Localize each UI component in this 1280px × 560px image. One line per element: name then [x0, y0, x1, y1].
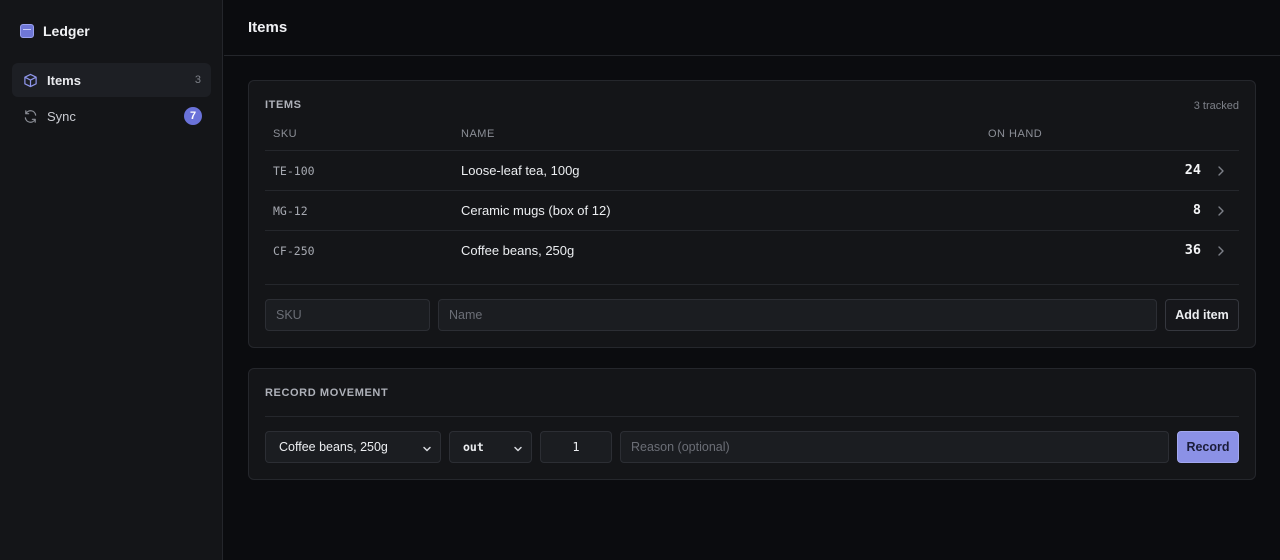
item-select[interactable]: Coffee beans, 250g	[265, 431, 441, 463]
record-movement-card: RECORD MOVEMENT Coffee beans, 250g out 1…	[248, 368, 1256, 480]
divider	[265, 284, 1239, 285]
column-header-name[interactable]: NAME	[461, 128, 495, 140]
sidebar-item-items[interactable]: Items 3	[12, 63, 211, 97]
sidebar-item-label: Sync	[47, 108, 76, 124]
record-button[interactable]: Record	[1177, 431, 1239, 463]
app-name: Ledger	[43, 23, 90, 39]
reason-input[interactable]	[620, 431, 1169, 463]
row-name: Coffee beans, 250g	[461, 243, 575, 258]
items-card-title: ITEMS	[265, 99, 302, 111]
cube-icon	[22, 72, 38, 88]
sku-input[interactable]	[265, 299, 430, 331]
quantity-value: 1	[572, 440, 580, 454]
row-name: Ceramic mugs (box of 12)	[461, 203, 611, 218]
sidebar-item-label: Items	[47, 72, 81, 88]
column-header-sku[interactable]: SKU	[273, 128, 297, 140]
table-row[interactable]: CF-250 Coffee beans, 250g 36	[265, 230, 1239, 270]
chevron-right-icon[interactable]	[1216, 244, 1226, 258]
ledger-logo-icon	[20, 24, 34, 38]
brand: Ledger	[20, 23, 90, 39]
top-bar: Items	[224, 0, 1280, 56]
items-card: ITEMS 3 tracked SKU NAME ON HAND TE-100 …	[248, 80, 1256, 348]
sidebar-item-sync[interactable]: Sync 7	[12, 99, 211, 133]
name-input[interactable]	[438, 299, 1157, 331]
direction-select-value: out	[463, 440, 484, 454]
sidebar: Ledger Items 3 Sync 7	[0, 0, 223, 560]
row-sku: MG-12	[273, 204, 308, 218]
row-name: Loose-leaf tea, 100g	[461, 163, 580, 178]
chevron-right-icon[interactable]	[1216, 204, 1226, 218]
chevron-down-icon	[513, 443, 523, 453]
column-header-on-hand[interactable]: ON HAND	[988, 128, 1042, 140]
row-sku: CF-250	[273, 244, 315, 258]
divider	[265, 416, 1239, 417]
row-qty: 36	[1184, 242, 1201, 258]
page-title: Items	[248, 19, 288, 36]
add-item-button[interactable]: Add item	[1165, 299, 1239, 331]
chevron-right-icon[interactable]	[1216, 164, 1226, 178]
items-count: 3	[194, 74, 201, 86]
sync-badge: 7	[184, 107, 202, 125]
tracked-count: 3 tracked	[1193, 100, 1239, 112]
item-select-value: Coffee beans, 250g	[279, 440, 388, 454]
record-movement-title: RECORD MOVEMENT	[265, 387, 389, 399]
table-row[interactable]: MG-12 Ceramic mugs (box of 12) 8	[265, 190, 1239, 230]
table-row[interactable]: TE-100 Loose-leaf tea, 100g 24	[265, 150, 1239, 190]
refresh-icon	[22, 108, 38, 124]
row-sku: TE-100	[273, 164, 315, 178]
quantity-input[interactable]: 1	[540, 431, 612, 463]
row-qty: 8	[1192, 202, 1201, 218]
row-qty: 24	[1184, 162, 1201, 178]
direction-select[interactable]: out	[449, 431, 532, 463]
chevron-down-icon	[422, 443, 432, 453]
